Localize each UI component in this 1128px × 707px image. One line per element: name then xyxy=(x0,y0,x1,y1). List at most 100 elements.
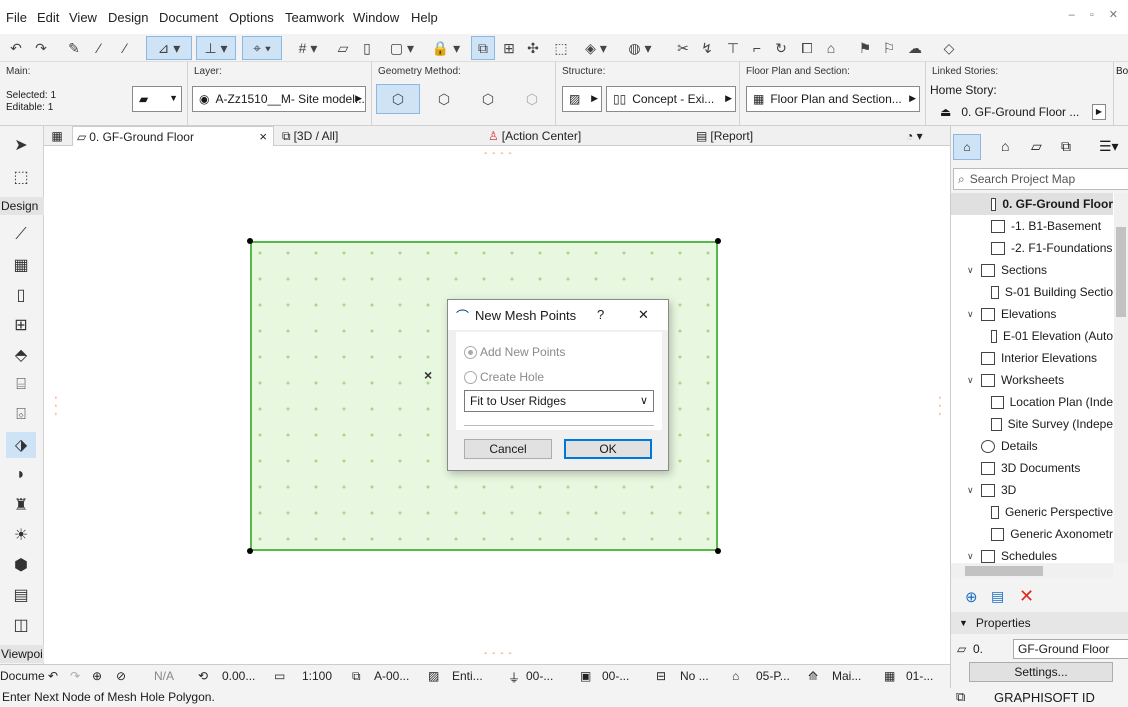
object-tool-icon[interactable]: ♜ xyxy=(6,492,36,518)
zoom-in-icon[interactable]: ⊕ xyxy=(92,669,102,683)
fit-method-select[interactable]: Fit to User Ridges ∨ xyxy=(464,390,654,412)
structure-display-value[interactable]: Enti... xyxy=(452,669,483,683)
structure-type-select[interactable]: ▨ ▶ xyxy=(562,86,602,112)
layout-icon[interactable]: ▱ xyxy=(332,36,354,60)
door-tool-icon[interactable]: ▯ xyxy=(6,282,36,308)
guide-lines-icon[interactable]: ⊥ ▾ xyxy=(196,36,236,60)
nav-item-sections[interactable]: ∨ Sections xyxy=(951,259,1113,281)
sphere-icon[interactable]: ◍ ▾ xyxy=(620,36,660,60)
mark-icon[interactable]: ⊞ xyxy=(498,36,520,60)
nav-item-elevation[interactable]: E-01 Elevation (Auto xyxy=(951,325,1113,347)
morph-tool-icon[interactable]: ⬢ xyxy=(6,552,36,578)
railing-tool-icon[interactable]: ⌺ xyxy=(6,402,36,428)
split-icon[interactable]: ✂ xyxy=(672,36,694,60)
mesh-node[interactable] xyxy=(715,238,721,244)
mesh-tool-icon[interactable]: ⬗ xyxy=(6,432,36,458)
properties-header[interactable]: ▼ Properties xyxy=(951,612,1128,634)
scale-value[interactable]: 1:100 xyxy=(302,669,332,683)
settings-button[interactable]: Settings... xyxy=(969,662,1113,682)
nav-item-schedules[interactable]: ∨ Schedules xyxy=(951,545,1113,563)
tab-menu-icon[interactable]: ◔ ▾ xyxy=(906,126,946,146)
slab-tool-icon[interactable]: ⬘ xyxy=(6,342,36,368)
flag-icon[interactable]: ⚑ xyxy=(854,36,876,60)
model-view-value[interactable]: 00-... xyxy=(602,669,629,683)
lock-icon[interactable]: 🔒 ▾ xyxy=(428,36,464,60)
3d-cut-icon[interactable]: ◈ ▾ xyxy=(576,36,616,60)
chevron-down-icon[interactable]: ∨ xyxy=(967,375,979,386)
snap-guides-icon[interactable]: ⊿ ▾ xyxy=(146,36,192,60)
menu-teamwork[interactable]: Teamwork xyxy=(285,10,344,25)
angle-value[interactable]: 0.00... xyxy=(222,669,255,683)
tab-close-icon[interactable]: × xyxy=(259,129,267,144)
menu-document[interactable]: Document xyxy=(159,10,218,25)
copy-icon[interactable]: ⧠ xyxy=(796,36,818,60)
mvo-value[interactable]: Mai... xyxy=(832,669,861,683)
home-story-select[interactable]: ⏏ 0. GF-Ground Floor ... xyxy=(940,102,1100,122)
nav-item-generic-perspective[interactable]: Generic Perspective xyxy=(951,501,1113,523)
tab-report[interactable]: ▤[Report] xyxy=(696,126,896,146)
undo-view-icon[interactable]: ↶ xyxy=(48,669,58,683)
intersect-icon[interactable]: ⊤ xyxy=(722,36,744,60)
story-name-field[interactable]: GF-Ground Floor xyxy=(1013,639,1128,659)
building-material-select[interactable]: ▯▯ Concept - Exi... ▶ xyxy=(606,86,736,112)
zone-tool-icon[interactable]: ▤ xyxy=(6,582,36,608)
create-hole-radio[interactable] xyxy=(464,371,477,384)
menu-file[interactable]: File xyxy=(6,10,27,25)
marquee-tool-icon[interactable]: ⬚ xyxy=(6,164,36,190)
menu-design[interactable]: Design xyxy=(108,10,148,25)
nav-item-site-survey[interactable]: Site Survey (Indepe xyxy=(951,413,1113,435)
delete-icon[interactable]: ✕ xyxy=(1019,586,1034,607)
nav-item-building-section[interactable]: S-01 Building Sectio xyxy=(951,281,1113,303)
nav-item-3d[interactable]: ∨ 3D xyxy=(951,479,1113,501)
tab-action-center[interactable]: ♙[Action Center] xyxy=(488,126,688,146)
mesh-node[interactable] xyxy=(715,548,721,554)
layer-select[interactable]: ◉ A-Zz1510__M- Site model... ▶ xyxy=(192,86,366,112)
tab-3d-all[interactable]: ⧉[3D / All] xyxy=(282,126,482,146)
add-view-icon[interactable]: ⊕ xyxy=(965,588,978,606)
trace-icon[interactable]: ✣ xyxy=(522,36,544,60)
graphic-override-value[interactable]: No ... xyxy=(680,669,709,683)
menu-edit[interactable]: Edit xyxy=(37,10,59,25)
tab-overview-icon[interactable]: ▦ xyxy=(46,126,68,146)
geometry-ridges-icon[interactable]: ⬡ xyxy=(424,84,464,114)
view-map-icon[interactable]: ⌂ xyxy=(1001,138,1009,154)
tab-ground-floor[interactable]: ▱ 0. GF-Ground Floor × xyxy=(72,126,274,146)
mesh-node[interactable] xyxy=(247,238,253,244)
window-tool-icon[interactable]: ⊞ xyxy=(6,312,36,338)
zoom-fit-icon[interactable]: ⊘ xyxy=(116,669,126,683)
offset-icon[interactable]: ↻ xyxy=(770,36,792,60)
floor-plan-section-button[interactable]: ▦ Floor Plan and Section... ▶ xyxy=(746,86,920,112)
adjust-icon[interactable]: ↯ xyxy=(696,36,718,60)
menu-options[interactable]: Options xyxy=(229,10,274,25)
eyedropper-icon[interactable]: ⁄ xyxy=(88,36,110,60)
dialog-close-button[interactable]: ✕ xyxy=(638,307,649,323)
dimension-value[interactable]: 01-... xyxy=(906,669,933,683)
pen-set-value[interactable]: 00-... xyxy=(526,669,553,683)
mesh-settings-button[interactable]: ▰ ▼ xyxy=(132,86,182,112)
undo-icon[interactable]: ↶ xyxy=(4,36,28,60)
stair-tool-icon[interactable]: ⌸ xyxy=(6,372,36,398)
syringe-icon[interactable]: ⁄ xyxy=(114,36,136,60)
nav-item-foundations[interactable]: -2. F1-Foundations xyxy=(951,237,1113,259)
redo-view-icon[interactable]: ↷ xyxy=(70,669,80,683)
nav-item-generic-axonometry[interactable]: Generic Axonometr xyxy=(951,523,1113,545)
nav-item-worksheets[interactable]: ∨ Worksheets xyxy=(951,369,1113,391)
pick-up-icon[interactable]: ✎ xyxy=(62,36,86,60)
chevron-down-icon[interactable]: ∨ xyxy=(967,309,979,320)
new-folder-icon[interactable]: ▤ xyxy=(991,588,1004,605)
graphisoft-id-area[interactable]: ⧉ GRAPHISOFT ID xyxy=(950,688,1128,707)
scrollbar-thumb[interactable] xyxy=(1116,227,1126,317)
layout-book-icon[interactable]: ▱ xyxy=(1031,138,1042,155)
geometry-all-ridges-icon[interactable]: ⬡ xyxy=(468,84,508,114)
chevron-down-icon[interactable]: ∨ xyxy=(967,485,979,496)
menu-window[interactable]: Window xyxy=(353,10,399,25)
renovation-value[interactable]: 05-P... xyxy=(756,669,790,683)
home-icon[interactable]: ⌂ xyxy=(820,36,842,60)
menu-help[interactable]: Help xyxy=(411,10,438,25)
snap-points-icon[interactable]: ⌖ ▾ xyxy=(242,36,282,60)
ok-button[interactable]: OK xyxy=(564,439,652,459)
window-controls[interactable]: – ▫ ✕ xyxy=(1069,8,1124,21)
ruler-icon[interactable]: ▯ xyxy=(358,36,376,60)
arrow-tool-icon[interactable]: ➤ xyxy=(6,132,36,158)
layer-combo-value[interactable]: A-00... xyxy=(374,669,409,683)
